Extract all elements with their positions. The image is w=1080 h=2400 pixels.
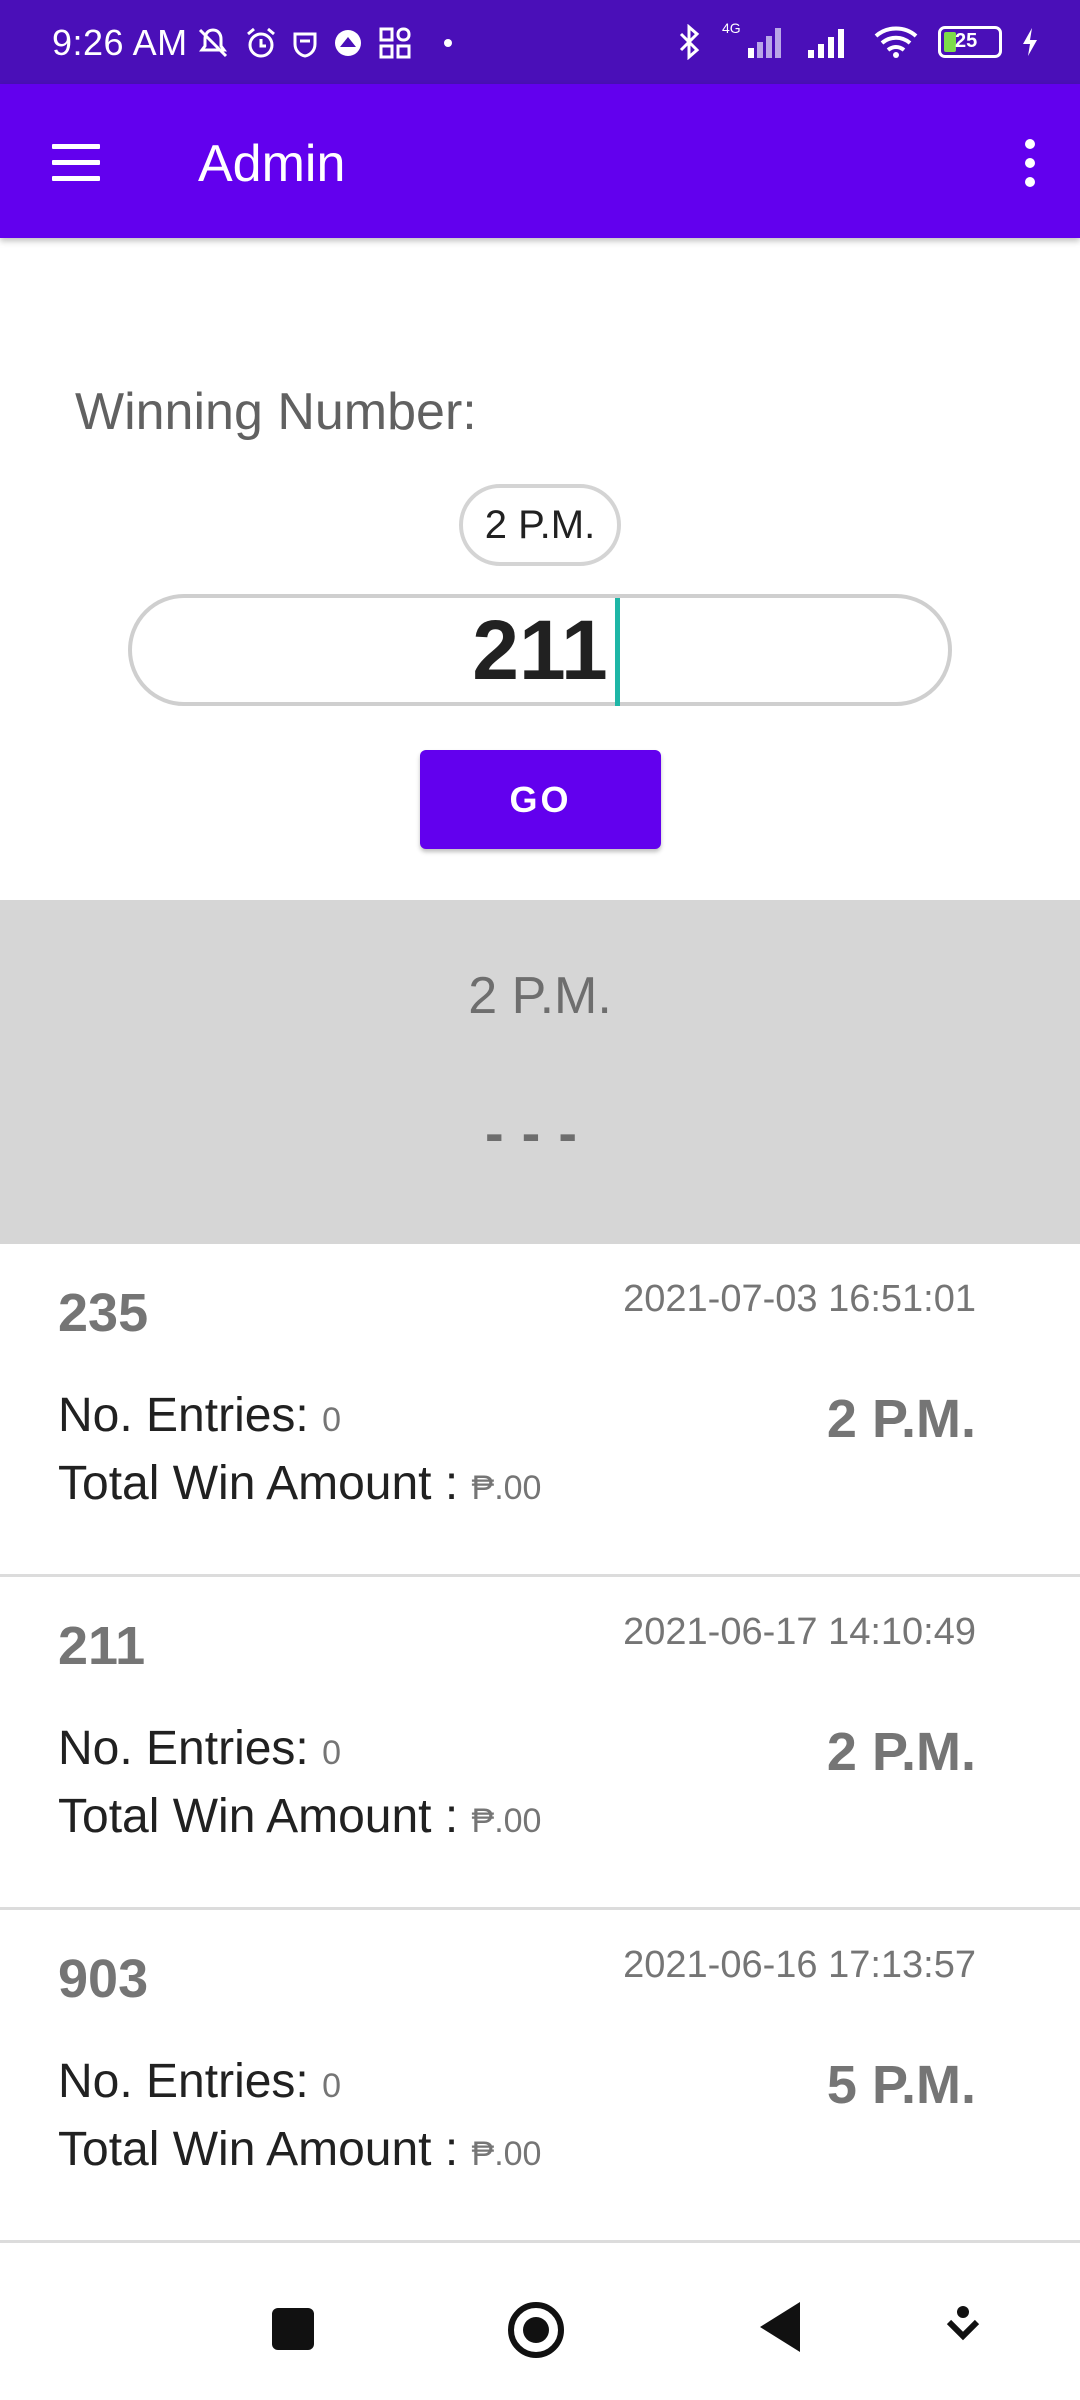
recents-icon[interactable] <box>272 2308 314 2350</box>
amount-label: Total Win Amount : <box>58 1457 472 1510</box>
go-button[interactable]: GO <box>420 750 661 849</box>
amount-value: ₱.00 <box>471 2135 542 2173</box>
overflow-menu-icon[interactable] <box>1010 128 1050 198</box>
assist-icon[interactable] <box>946 2304 980 2344</box>
entry-number: 235 <box>58 1283 149 1343</box>
status-left-icons <box>196 26 452 60</box>
navigation-bar <box>0 2244 1080 2400</box>
menu-icon[interactable] <box>38 124 114 200</box>
list-item[interactable]: 211 2021-06-17 14:10:49 No. Entries: 0 T… <box>0 1577 1080 1910</box>
entries-count: 0 <box>322 1401 342 1439</box>
list-item[interactable]: 903 2021-06-16 17:13:57 No. Entries: 0 T… <box>0 1910 1080 2243</box>
entry-number: 903 <box>58 1949 149 2009</box>
winning-number-label: Winning Number: <box>75 383 477 441</box>
entry-date: 2021-07-03 16:51:01 <box>623 1278 976 1320</box>
amount-row: Total Win Amount : ₱.00 <box>58 1456 541 1511</box>
page-title: Admin <box>198 135 346 193</box>
entries-row: No. Entries: 0 <box>58 2054 341 2109</box>
back-icon[interactable] <box>760 2302 800 2352</box>
entries-count: 0 <box>322 2067 342 2105</box>
list-item[interactable]: 235 2021-07-03 16:51:01 No. Entries: 0 T… <box>0 1244 1080 1577</box>
result-panel: 2 P.M. --- <box>0 900 1080 1244</box>
time-slot-chip[interactable]: 2 P.M. <box>459 484 621 566</box>
status-time: 9:26 AM <box>52 22 188 63</box>
entries-row: No. Entries: 0 <box>58 1388 341 1443</box>
amount-value: ₱.00 <box>471 1802 542 1840</box>
home-icon[interactable] <box>508 2302 564 2358</box>
amount-row: Total Win Amount : ₱.00 <box>58 1789 541 1844</box>
entry-time-slot: 2 P.M. <box>826 1722 976 1782</box>
shield-icon <box>293 32 317 58</box>
amount-label: Total Win Amount : <box>58 2123 472 2176</box>
entry-date: 2021-06-16 17:13:57 <box>623 1944 976 1986</box>
entries-label: No. Entries: <box>58 1389 323 1442</box>
amount-label: Total Win Amount : <box>58 1790 472 1843</box>
entries-label: No. Entries: <box>58 1722 323 1775</box>
entry-date: 2021-06-17 14:10:49 <box>623 1611 976 1653</box>
result-number: --- <box>485 1101 595 1164</box>
entries-count: 0 <box>322 1734 342 1772</box>
battery-icon: 25 <box>938 26 1002 58</box>
winning-number-input[interactable]: 211 <box>132 598 948 702</box>
entries-row: No. Entries: 0 <box>58 1721 341 1776</box>
signal-icon <box>748 28 781 58</box>
entries-label: No. Entries: <box>58 2055 323 2108</box>
amount-value: ₱.00 <box>471 1469 542 1507</box>
entry-time-slot: 5 P.M. <box>826 2055 976 2115</box>
app-icon <box>335 30 361 56</box>
signal-4g: 4G <box>722 20 788 60</box>
result-time: 2 P.M. <box>468 967 612 1025</box>
grid-icon <box>379 27 411 59</box>
status-right-icons: 4G 25 <box>674 20 1040 60</box>
signal-icon-2 <box>808 29 844 58</box>
wifi-icon <box>874 26 918 58</box>
text-cursor <box>615 598 620 706</box>
charging-icon <box>1023 28 1037 56</box>
alarm-icon <box>247 27 275 58</box>
status-bar: 9:26 AM 4G 25 <box>0 0 1080 84</box>
amount-row: Total Win Amount : ₱.00 <box>58 2122 541 2177</box>
battery-percent: 25 <box>955 30 978 52</box>
entry-time-slot: 2 P.M. <box>826 1389 976 1449</box>
mute-icon <box>198 28 228 58</box>
notification-dot-icon <box>444 39 452 47</box>
entry-number: 211 <box>58 1616 146 1676</box>
winning-number-field[interactable]: 211 <box>128 594 952 706</box>
app-bar: Admin <box>0 84 1080 238</box>
bluetooth-icon <box>679 24 700 60</box>
